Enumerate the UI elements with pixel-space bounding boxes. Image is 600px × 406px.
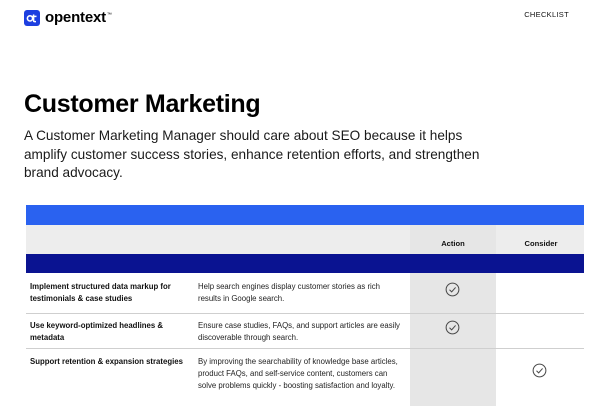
table-top-bar	[26, 205, 584, 225]
intro-paragraph: A Customer Marketing Manager should care…	[24, 128, 480, 180]
action-column-shade	[410, 225, 496, 406]
opentext-logo-mark	[24, 9, 40, 26]
table-section-bar	[26, 254, 584, 273]
row-3-item: Support retention & expansion strategies	[30, 357, 183, 366]
document-type-label: CHECKLIST	[524, 10, 569, 19]
row-2-action-check-icon[interactable]	[445, 320, 460, 335]
row-1-action-check-icon[interactable]	[445, 282, 460, 297]
row-2-description: Ensure case studies, FAQs, and support a…	[198, 321, 400, 343]
row-2-item: Use keyword-optimized headlines & metada…	[30, 321, 164, 343]
ot-logo-icon	[26, 14, 37, 22]
column-header-action: Action	[441, 239, 465, 248]
row-3-description: By improving the searchability of knowle…	[198, 357, 398, 391]
page-title: Customer Marketing	[24, 90, 261, 118]
row-divider	[26, 313, 584, 314]
column-header-consider: Consider	[524, 239, 558, 248]
row-1-description: Help search engines display customer sto…	[198, 282, 381, 304]
brand-name: opentext™	[45, 9, 112, 26]
row-3-consider-check-icon[interactable]	[532, 363, 547, 378]
opentext-logo[interactable]: opentext™	[24, 9, 112, 26]
row-divider	[26, 348, 584, 349]
row-1-item: Implement structured data markup for tes…	[30, 282, 171, 304]
